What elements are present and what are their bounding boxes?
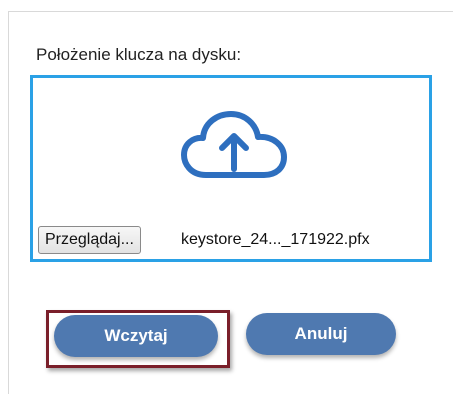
selected-file-name: keystore_24..._171922.pfx xyxy=(181,231,370,248)
file-drop-zone[interactable]: Przeglądaj... keystore_24..._171922.pfx xyxy=(30,75,432,262)
browse-button[interactable]: Przeglądaj... xyxy=(38,226,141,254)
cloud-upload-icon xyxy=(181,111,287,178)
load-button[interactable]: Wczytaj xyxy=(54,315,218,357)
dialog-left-border xyxy=(8,11,9,394)
cancel-button[interactable]: Anuluj xyxy=(246,313,396,355)
dialog-top-border xyxy=(8,11,453,12)
key-location-label: Położenie klucza na dysku: xyxy=(36,45,242,64)
